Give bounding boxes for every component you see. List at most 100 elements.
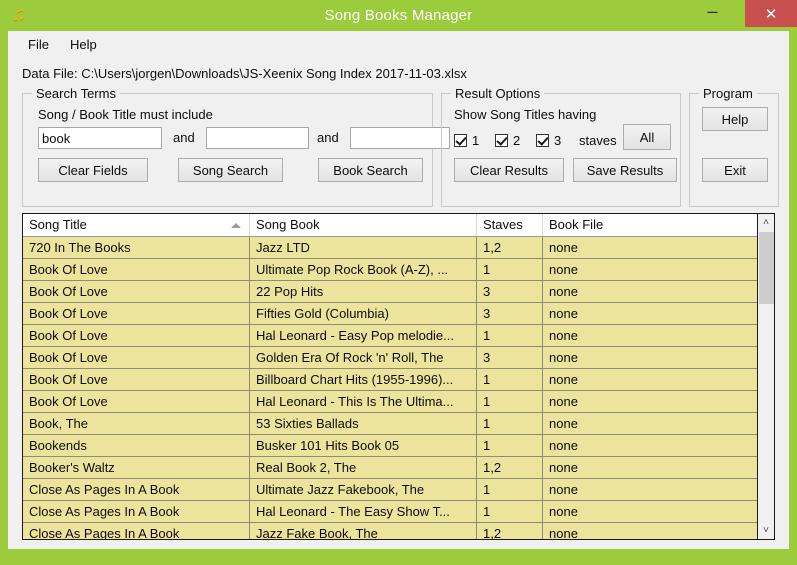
result-options-legend: Result Options bbox=[451, 86, 545, 101]
menu-item-file[interactable]: File bbox=[22, 36, 55, 54]
cell-book-file: none bbox=[549, 460, 578, 475]
table-row[interactable]: Close As Pages In A Book Ultimate Jazz F… bbox=[23, 479, 758, 501]
cell-song-title: Book Of Love bbox=[23, 259, 250, 280]
cell-staves: 1 bbox=[477, 259, 543, 280]
table-row[interactable]: Close As Pages In A Book Jazz Fake Book,… bbox=[23, 523, 758, 540]
cell-song-book: 22 Pop Hits bbox=[250, 281, 477, 302]
column-header-song-title[interactable]: Song Title bbox=[23, 214, 250, 236]
table-row[interactable]: Book Of Love Billboard Chart Hits (1955-… bbox=[23, 369, 758, 391]
cell-staves: 1,2 bbox=[477, 523, 543, 539]
save-results-button[interactable]: Save Results bbox=[573, 158, 677, 182]
exit-button[interactable]: Exit bbox=[702, 158, 768, 182]
search-terms-legend: Search Terms bbox=[32, 86, 120, 101]
checkbox-staves-3[interactable]: 3 bbox=[536, 132, 561, 148]
cell-song-title: Book Of Love bbox=[23, 325, 250, 346]
song-search-button[interactable]: Song Search bbox=[178, 158, 283, 182]
search-input-2[interactable] bbox=[206, 127, 309, 149]
search-input-3[interactable] bbox=[350, 127, 450, 149]
checkbox-staves-1[interactable]: 1 bbox=[454, 132, 479, 148]
and-label-2: and bbox=[317, 130, 339, 145]
checkbox-2-box[interactable] bbox=[495, 133, 508, 147]
cell-staves: 1 bbox=[477, 435, 543, 456]
column-header-book-file[interactable]: Book File bbox=[543, 214, 758, 236]
checkbox-3-box[interactable] bbox=[536, 133, 549, 147]
cell-song-book: Ultimate Pop Rock Book (A-Z), ... bbox=[250, 259, 477, 280]
table-row[interactable]: Book Of Love Hal Leonard - This Is The U… bbox=[23, 391, 758, 413]
cell-book-file: none bbox=[549, 416, 578, 431]
cell-song-title: Close As Pages In A Book bbox=[23, 479, 250, 500]
scrollbar-thumb[interactable] bbox=[759, 232, 774, 304]
application-window: ♫ Song Books Manager – ✕ File Help Data … bbox=[0, 0, 797, 565]
cell-song-title: Book, The bbox=[23, 413, 250, 434]
and-label-1: and bbox=[173, 130, 195, 145]
minimize-button[interactable]: – bbox=[690, 0, 735, 27]
table-body: 720 In The Books Jazz LTD 1,2 none Book … bbox=[23, 237, 758, 540]
cell-book-file: none bbox=[549, 526, 578, 540]
table-row[interactable]: Booker's Waltz Real Book 2, The 1,2 none bbox=[23, 457, 758, 479]
menu-bar: File Help bbox=[8, 31, 789, 58]
client-area: File Help Data File: C:\Users\jorgen\Dow… bbox=[8, 31, 789, 549]
table-row[interactable]: Close As Pages In A Book Hal Leonard - T… bbox=[23, 501, 758, 523]
clear-results-button[interactable]: Clear Results bbox=[454, 158, 564, 182]
cell-book-file: none bbox=[549, 438, 578, 453]
all-button[interactable]: All bbox=[623, 124, 671, 150]
vertical-scrollbar[interactable]: ˄ ˅ bbox=[757, 214, 774, 539]
table-row[interactable]: 720 In The Books Jazz LTD 1,2 none bbox=[23, 237, 758, 259]
cell-song-title: Book Of Love bbox=[23, 369, 250, 390]
cell-song-title: Bookends bbox=[23, 435, 250, 456]
scroll-down-arrow-icon[interactable]: ˅ bbox=[758, 522, 774, 539]
table-row[interactable]: Book, The 53 Sixties Ballads 1 none bbox=[23, 413, 758, 435]
cell-book-file: none bbox=[549, 504, 578, 519]
program-legend: Program bbox=[699, 86, 757, 101]
checkbox-1-label: 1 bbox=[472, 132, 480, 148]
column-header-song-title-label: Song Title bbox=[29, 217, 87, 232]
program-group: Program Help Exit bbox=[689, 86, 779, 207]
sort-ascending-icon bbox=[231, 223, 241, 228]
cell-staves: 3 bbox=[477, 347, 543, 368]
result-options-caption: Show Song Titles having bbox=[454, 107, 597, 122]
menu-item-help[interactable]: Help bbox=[64, 36, 103, 54]
cell-book-file: none bbox=[549, 350, 578, 365]
data-file-path: Data File: C:\Users\jorgen\Downloads\JS-… bbox=[22, 66, 467, 81]
table-row[interactable]: Book Of Love 22 Pop Hits 3 none bbox=[23, 281, 758, 303]
cell-book-file: none bbox=[549, 262, 578, 277]
table-row[interactable]: Book Of Love Golden Era Of Rock 'n' Roll… bbox=[23, 347, 758, 369]
cell-song-book: Fifties Gold (Columbia) bbox=[250, 303, 477, 324]
table-row[interactable]: Book Of Love Ultimate Pop Rock Book (A-Z… bbox=[23, 259, 758, 281]
search-input-1[interactable] bbox=[38, 127, 162, 149]
column-header-song-book[interactable]: Song Book bbox=[250, 214, 477, 236]
cell-song-book: Hal Leonard - Easy Pop melodie... bbox=[250, 325, 477, 346]
cell-book-file: none bbox=[549, 394, 578, 409]
title-bar: ♫ Song Books Manager – ✕ bbox=[0, 0, 797, 31]
search-terms-caption: Song / Book Title must include bbox=[38, 107, 213, 122]
cell-song-title: Book Of Love bbox=[23, 303, 250, 324]
cell-song-book: Jazz Fake Book, The bbox=[250, 523, 477, 539]
close-icon: ✕ bbox=[764, 5, 778, 23]
cell-song-book: Busker 101 Hits Book 05 bbox=[250, 435, 477, 456]
staves-label: staves bbox=[579, 133, 617, 148]
checkbox-1-box[interactable] bbox=[454, 133, 467, 147]
minimize-icon: – bbox=[707, 1, 718, 21]
checkbox-staves-2[interactable]: 2 bbox=[495, 132, 520, 148]
checkbox-2-label: 2 bbox=[513, 132, 521, 148]
table-row[interactable]: Book Of Love Fifties Gold (Columbia) 3 n… bbox=[23, 303, 758, 325]
column-header-staves[interactable]: Staves bbox=[477, 214, 543, 236]
cell-song-book: Hal Leonard - The Easy Show T... bbox=[250, 501, 477, 522]
cell-staves: 1,2 bbox=[477, 457, 543, 478]
cell-staves: 3 bbox=[477, 281, 543, 302]
table-row[interactable]: Book Of Love Hal Leonard - Easy Pop melo… bbox=[23, 325, 758, 347]
table-row[interactable]: Bookends Busker 101 Hits Book 05 1 none bbox=[23, 435, 758, 457]
cell-song-book: 53 Sixties Ballads bbox=[250, 413, 477, 434]
help-button[interactable]: Help bbox=[702, 107, 768, 131]
book-search-button[interactable]: Book Search bbox=[318, 158, 423, 182]
scroll-up-arrow-icon[interactable]: ˄ bbox=[758, 214, 774, 231]
clear-fields-button[interactable]: Clear Fields bbox=[38, 158, 148, 182]
cell-song-book: Hal Leonard - This Is The Ultima... bbox=[250, 391, 477, 412]
close-button[interactable]: ✕ bbox=[745, 0, 797, 27]
table-header-row: Song Title Song Book Staves Book File bbox=[23, 214, 758, 237]
window-title: Song Books Manager bbox=[324, 7, 473, 24]
results-table[interactable]: Song Title Song Book Staves Book File 72… bbox=[22, 213, 775, 540]
cell-staves: 1 bbox=[477, 501, 543, 522]
cell-book-file: none bbox=[549, 306, 578, 321]
cell-book-file: none bbox=[549, 240, 578, 255]
